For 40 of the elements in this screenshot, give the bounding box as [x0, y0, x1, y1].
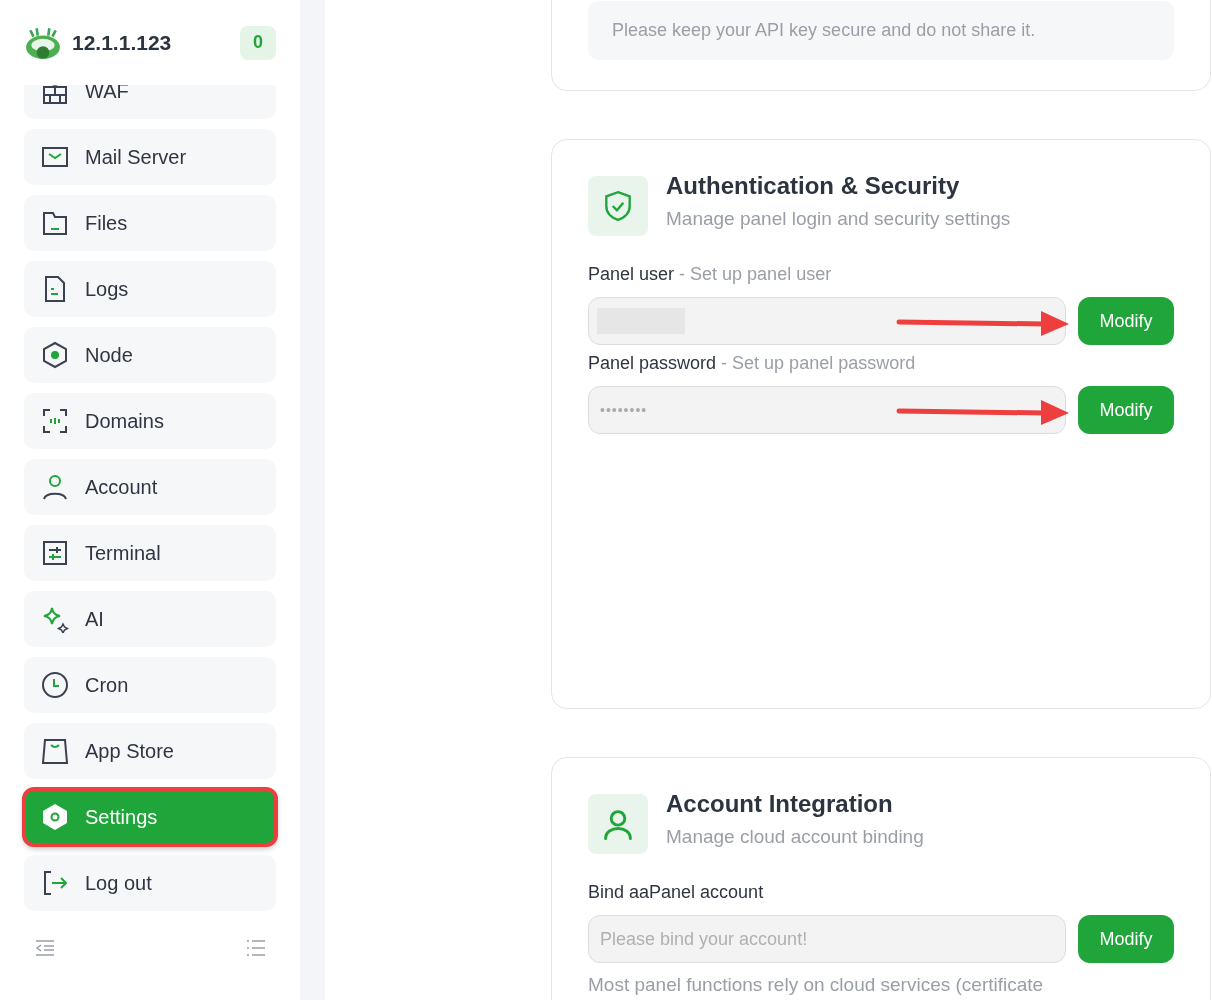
nav-item[interactable]: Cron: [24, 657, 276, 713]
waf-icon: [41, 85, 69, 105]
folder-icon: [41, 209, 69, 237]
collapse-icon[interactable]: [35, 939, 55, 957]
nav-item[interactable]: Account: [24, 459, 276, 515]
field-label: Panel password - Set up panel password: [588, 353, 917, 374]
bag-icon: [41, 737, 69, 765]
card-subtitle: Manage panel login and security settings: [666, 208, 1011, 230]
field-label: Bind aaPanel account: [588, 882, 765, 903]
card-title: Authentication & Security: [666, 172, 961, 200]
cube-icon: [41, 341, 69, 369]
input-field[interactable]: [588, 297, 1066, 345]
text-input[interactable]: Please bind your account!: [597, 928, 1057, 950]
scan-icon: [41, 407, 69, 435]
user-icon: [41, 473, 69, 501]
nav-item[interactable]: Log out: [24, 855, 276, 911]
card-subtitle: Manage cloud account binding: [666, 826, 924, 848]
logout-icon: [41, 869, 69, 897]
input-field[interactable]: Please bind your account!: [588, 915, 1066, 963]
sliders-icon: [41, 539, 69, 567]
sparkle-icon: [41, 605, 69, 633]
nav-item[interactable]: Domains: [24, 393, 276, 449]
nav-item[interactable]: Logs: [24, 261, 276, 317]
card-note: Most panel functions rely on cloud services (certificate: [588, 975, 1045, 996]
card-title: Account Integration: [666, 790, 894, 818]
field-label: Panel user - Set up panel user: [588, 264, 833, 285]
nav-item[interactable]: AI: [24, 591, 276, 647]
logo-icon: [24, 25, 62, 60]
nav-item[interactable]: App Store: [24, 723, 276, 779]
list-icon[interactable]: [246, 939, 266, 957]
user-icon: [588, 794, 648, 854]
shield-check-icon: [588, 176, 648, 236]
nav-item[interactable]: Mail Server: [24, 129, 276, 185]
nav-item[interactable]: Node: [24, 327, 276, 383]
hex-icon: [41, 803, 69, 831]
nav-item[interactable]: Files: [24, 195, 276, 251]
server-address: 12.1.1.123: [72, 30, 173, 55]
clock-icon: [41, 671, 69, 699]
nav-item[interactable]: Terminal: [24, 525, 276, 581]
api-key-note: Please keep your API key secure and do not share it.: [588, 1, 1174, 60]
